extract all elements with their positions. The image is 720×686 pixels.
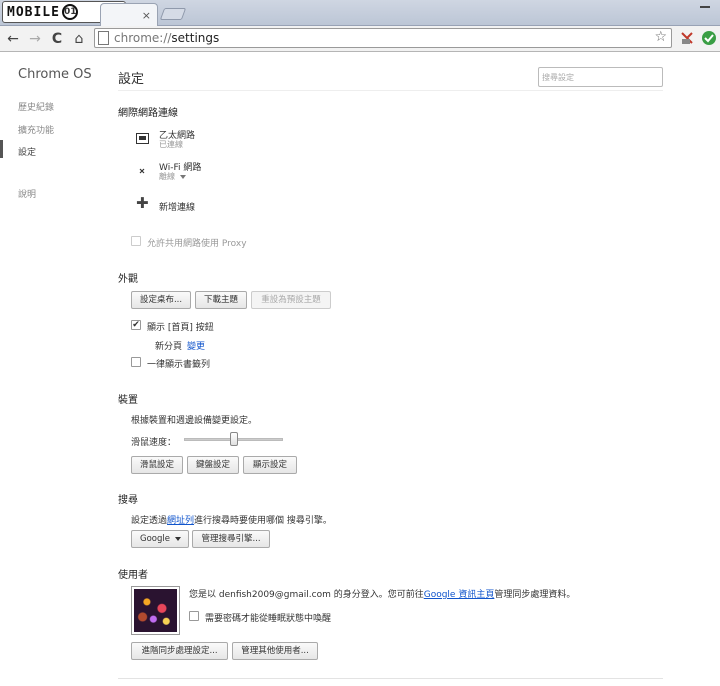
tab-strip: MOBILE 01 × bbox=[0, 0, 720, 26]
page-title: 設定 bbox=[118, 72, 145, 87]
browser-toolbar: ← → C ⌂ chrome://settings ☆ bbox=[0, 26, 720, 52]
proxy-checkbox[interactable] bbox=[131, 236, 141, 246]
ethernet-icon bbox=[136, 133, 149, 144]
require-password-checkbox[interactable] bbox=[189, 611, 199, 621]
advanced-sync-button[interactable]: 進階同步處理設定... bbox=[131, 642, 228, 660]
signed-in-suffix: 管理同步處理資料。 bbox=[494, 590, 576, 600]
show-home-checkbox[interactable]: ✔ bbox=[131, 320, 141, 330]
omnibox-link[interactable]: 網址列 bbox=[167, 516, 194, 526]
section-heading-device: 裝置 bbox=[118, 395, 138, 406]
sidebar-item-extensions[interactable]: 擴充功能 bbox=[18, 123, 54, 136]
bookmarks-bar-checkbox[interactable] bbox=[131, 357, 141, 367]
sidebar-active-indicator bbox=[0, 140, 3, 158]
signed-in-text: 您是以 denfish2009@gmail.com 的身分登入。您可前往Goog… bbox=[189, 587, 575, 600]
display-settings-button[interactable]: 顯示設定 bbox=[243, 456, 297, 474]
search-input[interactable]: 搜尋設定 bbox=[538, 67, 663, 87]
back-icon[interactable]: ← bbox=[4, 30, 22, 48]
search-desc-before: 設定透過 bbox=[131, 516, 168, 526]
signed-in-prefix: 您是以 denfish2009@gmail.com 的身分登入。您可前往 bbox=[189, 590, 424, 600]
proxy-label: 允許共用網路使用 Proxy bbox=[147, 239, 247, 249]
logo-badge: 01 bbox=[61, 4, 78, 20]
address-bar[interactable]: chrome://settings ☆ bbox=[94, 28, 672, 48]
section-heading-appearance: 外觀 bbox=[118, 274, 138, 285]
section-heading-network: 網際網路連線 bbox=[118, 108, 178, 119]
sidebar-item-settings[interactable]: 設定 bbox=[18, 145, 36, 158]
mouse-settings-button[interactable]: 滑鼠設定 bbox=[131, 456, 183, 474]
manage-users-button[interactable]: 管理其他使用者... bbox=[232, 642, 318, 660]
logo-text: MOBILE bbox=[7, 4, 60, 20]
bookmarks-bar-label: 一律顯示書籤列 bbox=[147, 360, 211, 370]
chevron-down-icon bbox=[174, 536, 181, 541]
star-icon[interactable]: ☆ bbox=[654, 29, 667, 45]
chevron-down-icon bbox=[180, 174, 186, 179]
add-connection-button[interactable]: 新增連線 bbox=[159, 200, 195, 213]
url-text: chrome://settings bbox=[114, 31, 219, 45]
search-description: 設定透過網址列進行搜尋時要使用哪個 搜尋引擎。 bbox=[131, 513, 332, 526]
reset-theme-button[interactable]: 重設為預設主題 bbox=[251, 291, 331, 309]
search-engine-select[interactable]: Google bbox=[131, 530, 189, 548]
change-home-link[interactable]: 變更 bbox=[187, 339, 205, 352]
new-tab-button[interactable] bbox=[159, 8, 187, 20]
keyboard-settings-button[interactable]: 鍵盤設定 bbox=[187, 456, 239, 474]
section-heading-users: 使用者 bbox=[118, 570, 148, 581]
set-wallpaper-button[interactable]: 設定桌布... bbox=[131, 291, 191, 309]
new-tab-label: 新分頁 bbox=[155, 342, 183, 352]
wifi-off-icon bbox=[139, 168, 145, 174]
tab-settings[interactable]: × bbox=[100, 3, 158, 26]
page-icon bbox=[98, 31, 109, 45]
forward-icon[interactable]: → bbox=[26, 30, 44, 48]
url-scheme: chrome:// bbox=[114, 31, 172, 45]
section-heading-search: 搜尋 bbox=[118, 495, 138, 506]
plus-icon: ✚ bbox=[136, 194, 149, 212]
sidebar-brand: Chrome OS bbox=[18, 67, 92, 82]
manage-search-engines-button[interactable]: 管理搜尋引擎... bbox=[192, 530, 270, 548]
minimize-icon[interactable] bbox=[700, 6, 710, 8]
get-themes-button[interactable]: 下載主題 bbox=[195, 291, 247, 309]
extension-icon[interactable] bbox=[679, 30, 695, 46]
search-desc-after: 進行搜尋時要使用哪個 搜尋引擎。 bbox=[194, 516, 332, 526]
device-description: 根據裝置和週邊設備變更設定。 bbox=[131, 416, 258, 426]
reload-icon[interactable]: C bbox=[48, 30, 66, 48]
divider bbox=[118, 678, 663, 679]
divider bbox=[118, 90, 663, 91]
wifi-status-text: 離線 bbox=[159, 172, 175, 181]
sidebar-item-help[interactable]: 說明 bbox=[18, 187, 36, 200]
sidebar-item-history[interactable]: 歷史紀錄 bbox=[18, 100, 54, 113]
home-icon[interactable]: ⌂ bbox=[70, 30, 88, 48]
url-path: settings bbox=[171, 31, 220, 45]
ethernet-status: 已連線 bbox=[159, 140, 183, 149]
require-password-label: 需要密碼才能從睡眠狀態中喚醒 bbox=[205, 614, 332, 624]
touchpad-speed-label: 滑鼠速度： bbox=[131, 438, 177, 448]
show-home-label: 顯示 [首頁] 按鈕 bbox=[147, 323, 214, 333]
wifi-status[interactable]: 離線 bbox=[159, 171, 186, 182]
menu-icon[interactable] bbox=[701, 30, 717, 46]
slider-handle[interactable] bbox=[229, 432, 238, 446]
dashboard-link[interactable]: Google 資訊主頁 bbox=[424, 590, 495, 600]
avatar-image bbox=[134, 589, 177, 632]
close-icon[interactable]: × bbox=[142, 9, 151, 22]
avatar bbox=[131, 586, 180, 635]
search-engine-value: Google bbox=[140, 534, 170, 544]
